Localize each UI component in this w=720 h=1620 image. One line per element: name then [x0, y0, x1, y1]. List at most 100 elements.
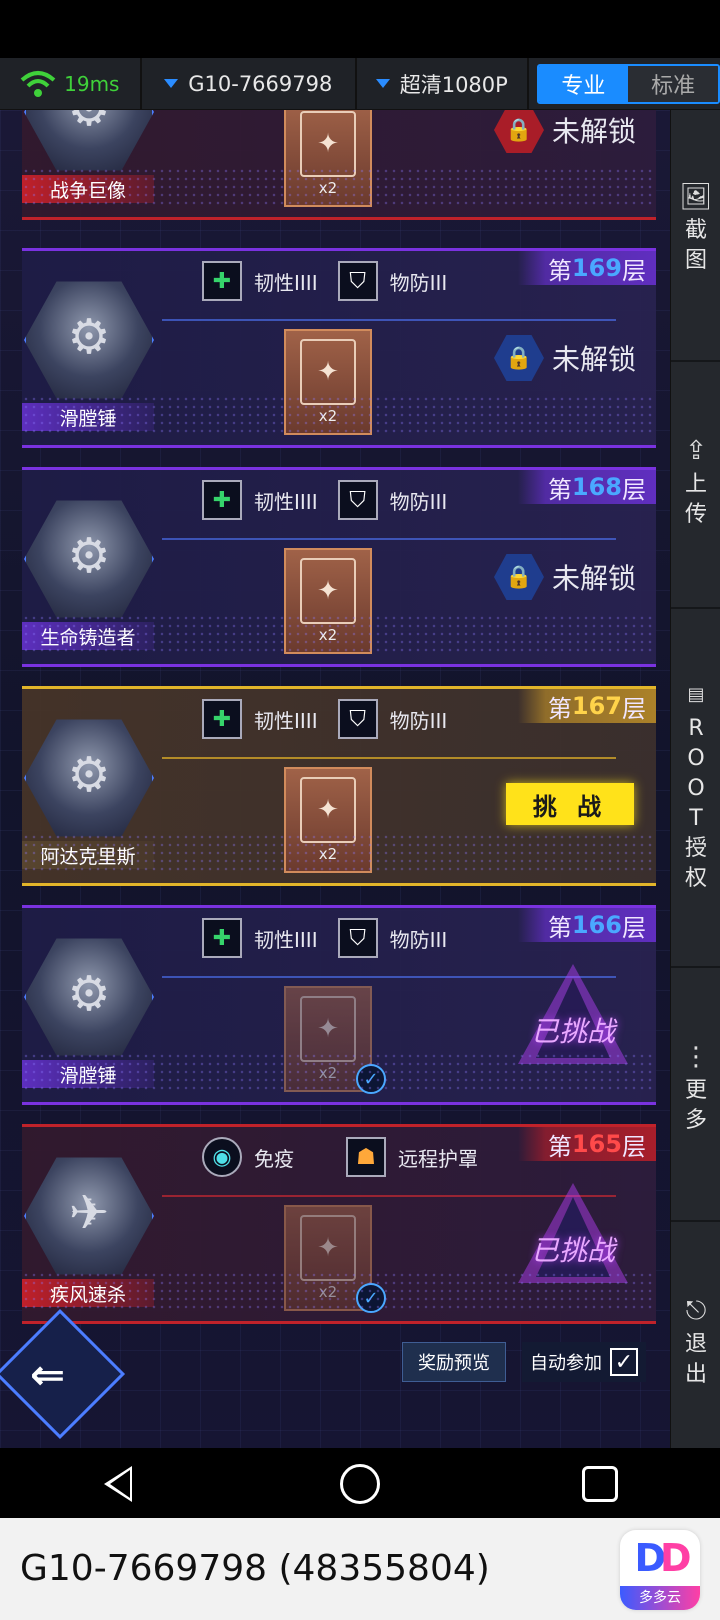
reward-item[interactable]: ✦ x2	[284, 329, 372, 435]
floor-suffix: 层	[622, 913, 646, 942]
status-label: 未解锁	[551, 343, 636, 376]
mode-standard-button[interactable]: 标准	[628, 65, 718, 102]
trait-label: 物防III	[389, 927, 448, 952]
mech-icon: ⚙	[67, 309, 111, 365]
floor-tab: 第 167 层	[517, 689, 656, 723]
trait-label: 韧性IIII	[254, 927, 318, 952]
root-label: R	[688, 716, 704, 741]
status-label: 未解锁	[551, 562, 636, 595]
upload-button[interactable]: ⇪ 上 传	[671, 436, 720, 530]
reward-item[interactable]: ✦ x2	[284, 767, 372, 873]
boss-name: 滑膛锤	[22, 1060, 154, 1088]
image-icon: 🖼	[679, 182, 713, 212]
trait-list: ✚ 韧性IIII ⛉ 物防III	[202, 261, 455, 301]
reward-item[interactable]: ✦ x2	[284, 986, 372, 1092]
device-info-bar: G10-7669798 (48355804) DD 多多云	[0, 1518, 720, 1620]
nav-back-icon-inner	[110, 1470, 130, 1498]
shield-icon: ⛉	[337, 261, 378, 301]
boss-name: 战争巨像	[22, 175, 154, 203]
reward-preview-button[interactable]: 奖励预览	[402, 1342, 506, 1382]
boss-portrait: ⚙	[14, 265, 164, 415]
exit-button[interactable]: ⎋ 退 出	[671, 1296, 720, 1390]
trait-list: ✚ 韧性IIII ⛉ 物防III	[202, 480, 455, 520]
divider	[671, 607, 720, 609]
root-label: T	[689, 806, 703, 831]
logo-caption: 多多云	[620, 1586, 700, 1610]
upload-label: 上	[684, 472, 707, 497]
auto-join-toggle[interactable]: 自动参加 ✓	[522, 1342, 646, 1382]
nav-home-icon[interactable]	[340, 1464, 380, 1504]
reward-card-icon: ✦	[300, 339, 356, 405]
reward-item[interactable]: ✦ x2	[284, 110, 372, 207]
mech-icon: ✈	[68, 1185, 110, 1241]
trait-label: 韧性IIII	[254, 708, 318, 733]
floor-prefix: 第	[547, 913, 572, 942]
reward-item[interactable]: ✦ x2	[284, 548, 372, 654]
toughness-icon: ✚	[202, 480, 242, 520]
toughness-icon: ✚	[202, 699, 242, 739]
trait-label: 远程护罩	[398, 1146, 478, 1171]
divider	[671, 966, 720, 968]
device-name: G10-7669798	[188, 71, 333, 96]
floor-prefix: 第	[547, 256, 572, 285]
exit-label: 出	[684, 1362, 707, 1387]
divider	[671, 360, 720, 362]
quality-selector[interactable]: 超清1080P	[357, 57, 529, 110]
game-screen: ⚙ 战争巨像 ✦ x2 🔒 未解锁 第169层 ✚ 韧性IIII ⛉ 物防III…	[0, 110, 670, 1448]
floor-suffix: 层	[622, 475, 646, 504]
screenshot-button[interactable]: 🖼 截 图	[671, 182, 720, 276]
trait-list: ✚ 韧性IIII ⛉ 物防III	[202, 918, 455, 958]
dropdown-icon	[375, 79, 390, 88]
trait-label: 物防III	[389, 708, 448, 733]
exit-icon: ⎋	[685, 1296, 707, 1326]
reward-card-icon: ✦	[300, 996, 356, 1062]
root-auth-button[interactable]: ▤ R O O T 授 权	[671, 680, 720, 894]
mech-icon: ⚙	[67, 966, 111, 1022]
shield-icon: ⛉	[337, 699, 378, 739]
floor-row: 第 168 层 ✚ 韧性IIII ⛉ 物防III ⚙ 生命铸造者 ✦ x2 🔒 未解…	[22, 467, 656, 667]
locked-status: 🔒 未解锁	[493, 554, 636, 600]
floor-row: 第 166 层 ✚ 韧性IIII ⛉ 物防III ⚙ 滑膛锤 ✦ x2 ✓ 已挑战	[22, 905, 656, 1105]
locked-status: 🔒 未解锁	[493, 335, 636, 381]
floor-row: 第 165 层 ◉ 免疫 ☗ 远程护罩 ✈ 疾风速杀 ✦ x2 ✓ 已挑战	[22, 1124, 656, 1324]
android-nav-bar	[0, 1448, 720, 1518]
more-label: 多	[684, 1108, 707, 1133]
auto-join-label: 自动参加	[530, 1353, 602, 1374]
floor-tab: 第 169 层	[517, 251, 656, 285]
exit-label: 退	[684, 1332, 707, 1357]
divider	[671, 1220, 720, 1222]
reward-card-icon: ✦	[300, 558, 356, 624]
reward-qty: x2	[318, 1064, 338, 1082]
shield-icon: ⛉	[337, 918, 378, 958]
floor-row: 第 167 层 ✚ 韧性IIII ⛉ 物防III ⚙ 阿达克里斯 ✦ x2 挑 战	[22, 686, 656, 886]
nav-recent-icon[interactable]	[582, 1466, 618, 1502]
boss-name: 生命铸造者	[22, 622, 154, 650]
shield-icon: ⛉	[337, 480, 378, 520]
reward-item[interactable]: ✦ x2	[284, 1205, 372, 1311]
claimed-check-icon: ✓	[356, 1064, 386, 1094]
boss-name: 滑膛锤	[22, 403, 154, 431]
device-selector[interactable]: G10-7669798	[142, 57, 357, 110]
floor-suffix: 层	[622, 694, 646, 723]
challenged-badge: 已挑战	[518, 964, 628, 1064]
lock-icon: 🔒	[493, 110, 544, 153]
auto-join-checkbox[interactable]: ✓	[610, 1348, 638, 1376]
more-dots-icon: ⋮	[683, 1042, 709, 1072]
mode-pro-button[interactable]: 专业	[538, 65, 629, 102]
dropdown-icon	[164, 79, 179, 88]
more-button[interactable]: ⋮ 更 多	[671, 1042, 720, 1136]
upload-label: 传	[684, 502, 707, 527]
screenshot-label: 图	[684, 248, 707, 273]
locked-status: 🔒 未解锁	[493, 110, 636, 153]
lock-icon: 🔒	[493, 335, 544, 381]
floor-row: 第 169 层 ✚ 韧性IIII ⛉ 物防III ⚙ 滑膛锤 ✦ x2 🔒 未解锁	[22, 248, 656, 448]
challenge-button[interactable]: 挑 战	[506, 783, 634, 825]
wifi-icon	[20, 70, 56, 97]
stream-toolbar: 19ms G10-7669798 超清1080P 专业 标准	[0, 57, 720, 110]
reward-card-icon: ✦	[300, 111, 356, 177]
reward-qty: x2	[318, 179, 338, 197]
mech-icon: ⚙	[67, 528, 111, 584]
reward-card-icon: ✦	[300, 1215, 356, 1281]
trait-list: ◉ 免疫 ☗ 远程护罩	[202, 1137, 486, 1177]
root-file-icon: ▤	[687, 684, 705, 705]
